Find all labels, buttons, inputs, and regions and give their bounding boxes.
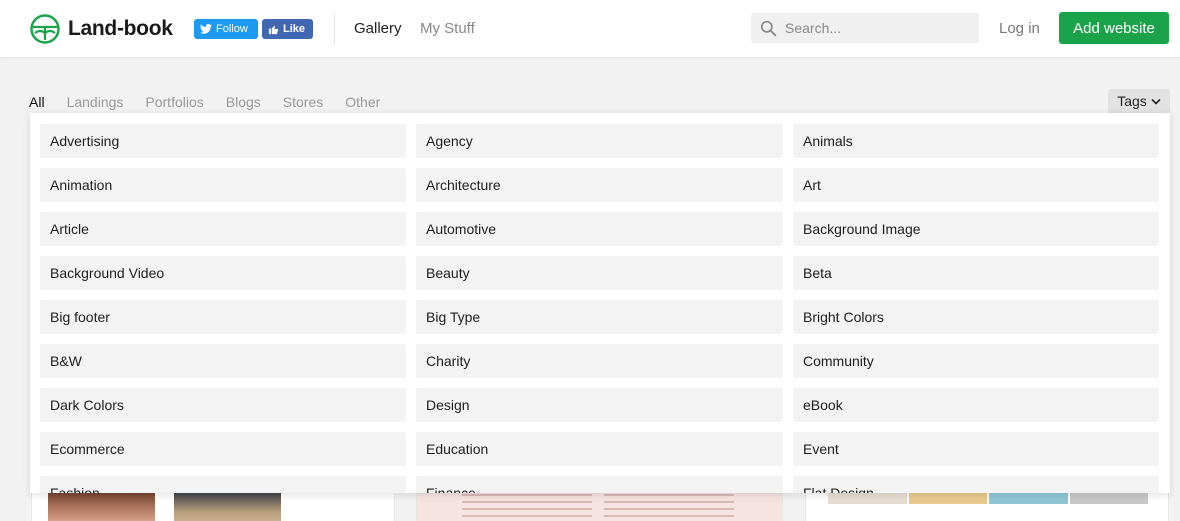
search-icon xyxy=(760,20,777,36)
filter-all[interactable]: All xyxy=(29,94,45,110)
logo-mark-icon xyxy=(30,14,60,44)
facebook-like-button[interactable]: Like xyxy=(262,19,313,39)
tag-option[interactable]: eBook xyxy=(793,388,1159,422)
login-link[interactable]: Log in xyxy=(999,20,1040,37)
category-filters: All Landings Portfolios Blogs Stores Oth… xyxy=(29,94,380,110)
nav-gallery[interactable]: Gallery xyxy=(354,20,402,37)
tag-option[interactable]: Big footer xyxy=(40,300,406,334)
tag-option[interactable]: Fashion xyxy=(40,476,406,493)
search-input[interactable] xyxy=(785,20,965,36)
tag-option[interactable]: Ecommerce xyxy=(40,432,406,466)
tag-option[interactable]: Community xyxy=(793,344,1159,378)
nav-my-stuff[interactable]: My Stuff xyxy=(420,20,475,37)
add-website-button[interactable]: Add website xyxy=(1059,12,1169,44)
follow-label: Follow xyxy=(216,23,248,35)
gallery-thumbnail xyxy=(48,490,155,521)
tag-option[interactable]: Beta xyxy=(793,256,1159,290)
top-header: Land-book Follow Like Gallery My Stuff L… xyxy=(0,0,1180,58)
tag-option[interactable]: Background Video xyxy=(40,256,406,290)
tag-option[interactable]: Advertising xyxy=(40,124,406,158)
twitter-bird-icon xyxy=(200,24,212,34)
tag-option[interactable]: Art xyxy=(793,168,1159,202)
tag-option[interactable]: Dark Colors xyxy=(40,388,406,422)
thumbs-up-icon xyxy=(268,25,279,34)
tag-option[interactable]: Big Type xyxy=(416,300,783,334)
chevron-down-icon xyxy=(1151,98,1161,105)
twitter-follow-button[interactable]: Follow xyxy=(194,19,258,39)
tag-option[interactable]: B&W xyxy=(40,344,406,378)
filter-portfolios[interactable]: Portfolios xyxy=(145,94,203,110)
tags-dropdown-button[interactable]: Tags xyxy=(1108,89,1170,113)
tag-option[interactable]: Agency xyxy=(416,124,783,158)
tags-label: Tags xyxy=(1117,93,1147,109)
tag-option[interactable]: Bright Colors xyxy=(793,300,1159,334)
tag-option[interactable]: Charity xyxy=(416,344,783,378)
tag-option[interactable]: Automotive xyxy=(416,212,783,246)
filter-other[interactable]: Other xyxy=(345,94,380,110)
tag-option[interactable]: Animals xyxy=(793,124,1159,158)
gallery-thumbnail xyxy=(462,494,592,521)
brand-name: Land-book xyxy=(68,17,173,40)
brand-logo[interactable]: Land-book xyxy=(30,13,173,45)
filter-stores[interactable]: Stores xyxy=(283,94,323,110)
tag-option[interactable]: Education xyxy=(416,432,783,466)
tag-option[interactable]: Architecture xyxy=(416,168,783,202)
search-box[interactable] xyxy=(751,13,979,43)
gallery-thumbnail xyxy=(174,490,281,521)
tag-option[interactable]: Background Image xyxy=(793,212,1159,246)
tag-option[interactable]: Flat Design xyxy=(793,476,1159,493)
tag-option[interactable]: Finance xyxy=(416,476,783,493)
gallery-thumbnail xyxy=(604,494,734,521)
tag-option[interactable]: Event xyxy=(793,432,1159,466)
tag-option[interactable]: Animation xyxy=(40,168,406,202)
tag-option[interactable]: Design xyxy=(416,388,783,422)
tags-dropdown-panel: Advertising Agency Animals Animation Archite… xyxy=(30,113,1170,493)
tag-option[interactable]: Article xyxy=(40,212,406,246)
like-label: Like xyxy=(283,23,306,35)
filter-blogs[interactable]: Blogs xyxy=(226,94,261,110)
header-divider xyxy=(334,14,335,44)
tag-option[interactable]: Beauty xyxy=(416,256,783,290)
tags-grid: Advertising Agency Animals Animation Archite… xyxy=(40,124,1159,493)
filter-landings[interactable]: Landings xyxy=(67,94,124,110)
